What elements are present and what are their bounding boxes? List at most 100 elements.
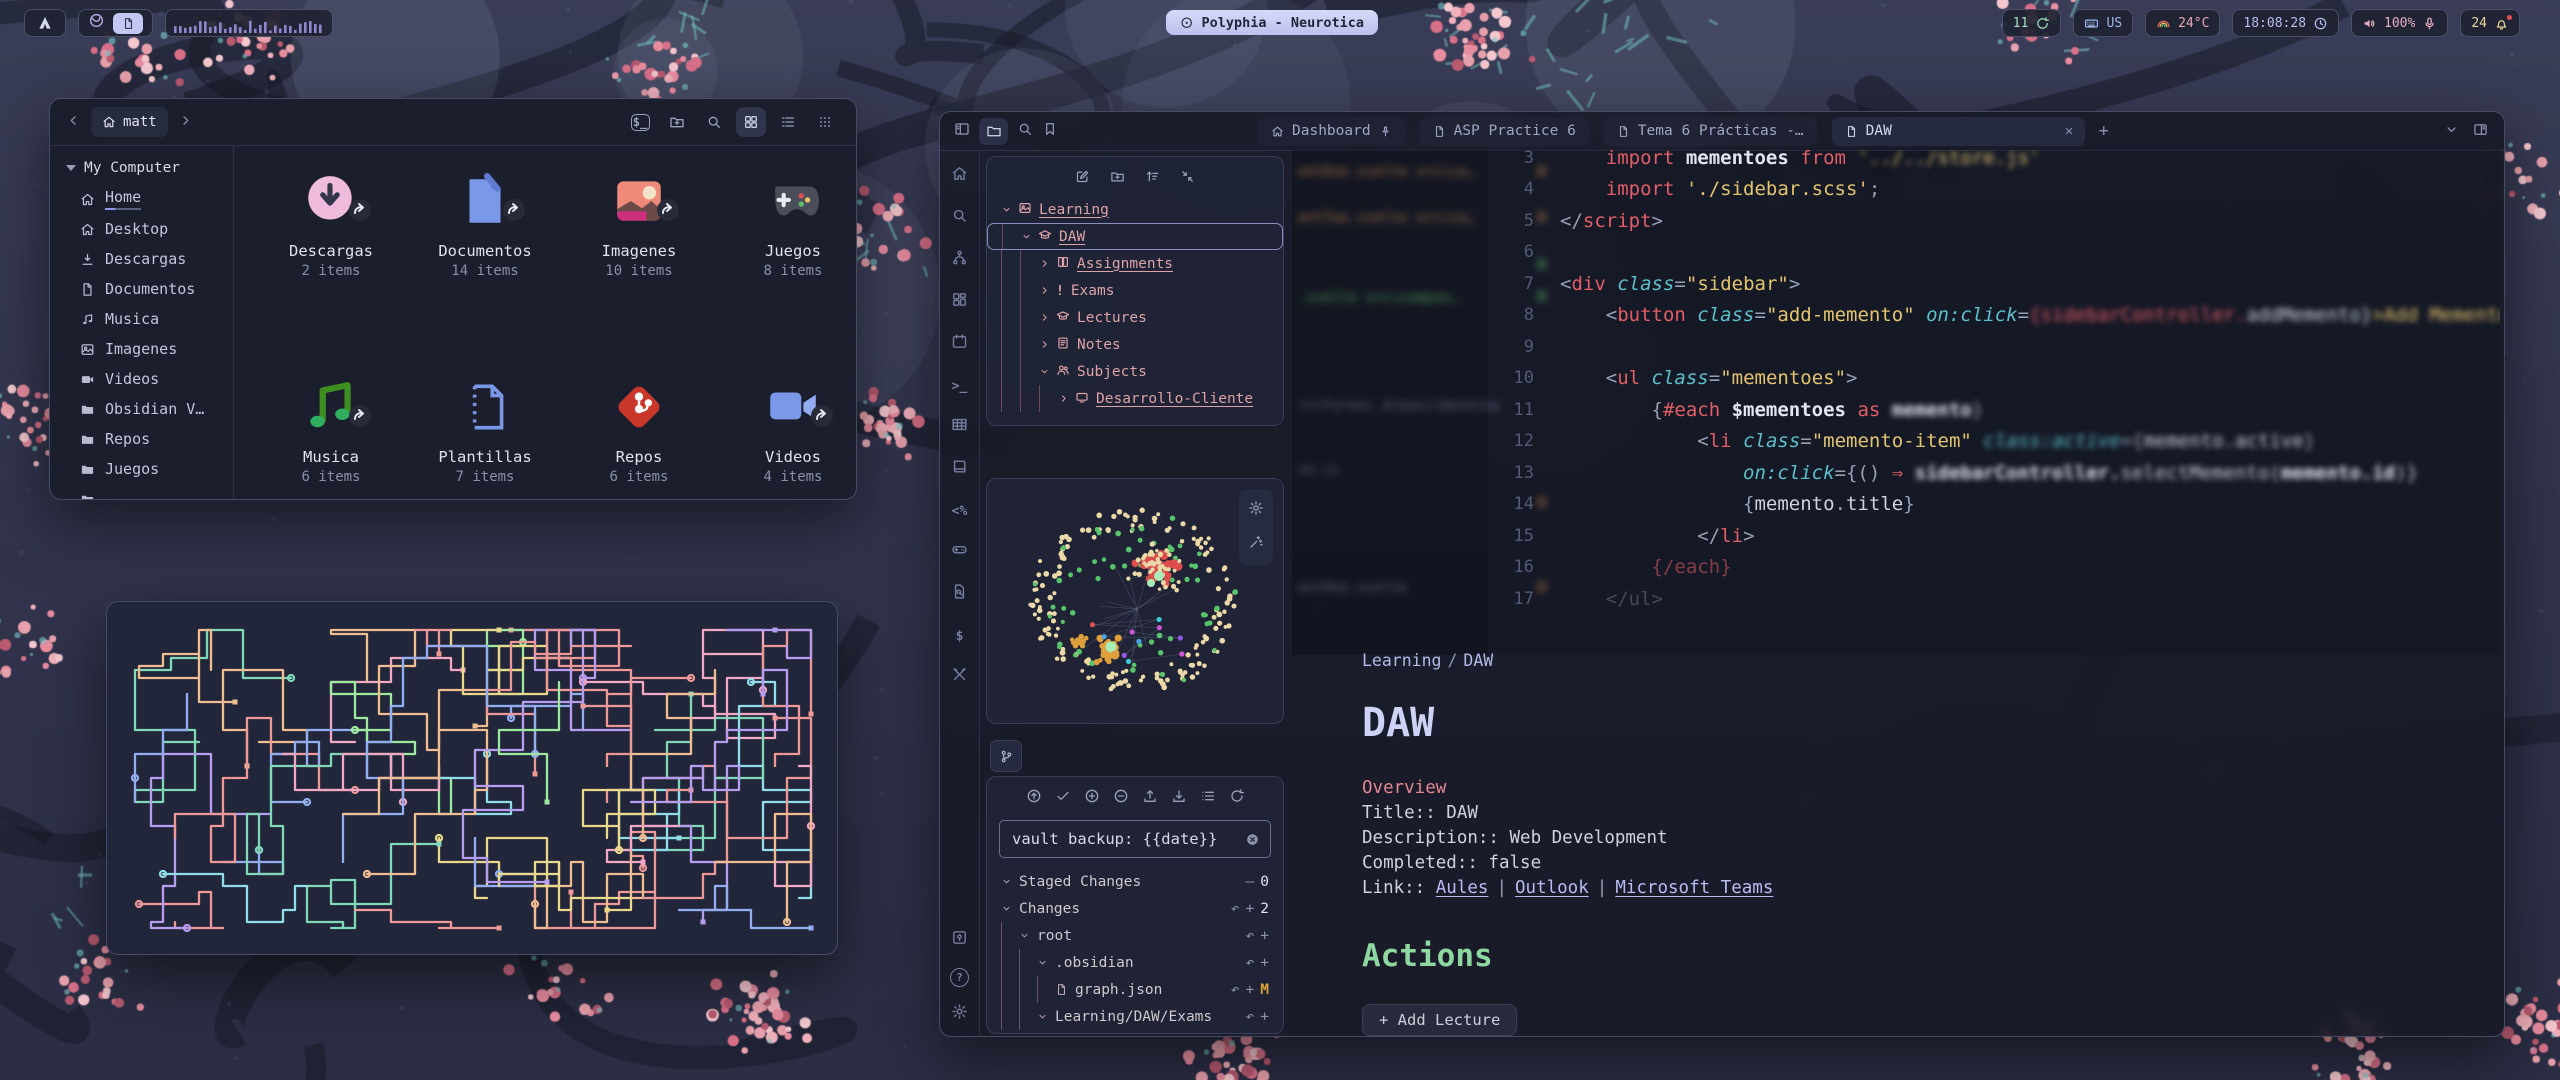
grid-view-button[interactable] <box>736 107 766 137</box>
tree-item-daw[interactable]: DAW <box>987 223 1283 250</box>
link-microsoft-teams[interactable]: Microsoft Teams <box>1615 878 1773 898</box>
sidebar-item-documentos[interactable]: Documentos <box>66 274 233 304</box>
ribbon-crossed-tools-button[interactable] <box>951 666 968 687</box>
ribbon-table-button[interactable] <box>951 416 968 437</box>
ribbon-terminal-button[interactable]: >_ <box>951 375 968 395</box>
sidebar-item-imagenes[interactable]: Imagenes <box>66 334 233 364</box>
folder-item-repos[interactable]: Repos 6 items <box>564 370 714 485</box>
tree-item-assignments[interactable]: Assignments <box>987 250 1283 277</box>
sidebar-toggle-button[interactable] <box>954 121 970 141</box>
git-action[interactable]: + <box>1260 928 1269 944</box>
ribbon-vault-button[interactable] <box>951 929 968 950</box>
ribbon-book2-button[interactable] <box>951 458 968 479</box>
launcher-button[interactable] <box>24 9 66 37</box>
notifications-module[interactable]: 24 <box>2460 9 2520 37</box>
commit-message-input[interactable] <box>1010 829 1237 849</box>
bookmark-button[interactable] <box>1042 121 1058 141</box>
folder-plus-button[interactable] <box>1110 169 1125 188</box>
chev-right-icon[interactable] <box>178 113 193 128</box>
folder-item-descargas[interactable]: Descargas 2 items <box>256 164 406 279</box>
sidebar-item-obsidianv[interactable]: Obsidian V… <box>66 394 233 424</box>
git-circle-plus-button[interactable] <box>1084 788 1100 808</box>
git-download-tray-button[interactable] <box>1171 788 1187 808</box>
back-button[interactable] <box>66 113 81 132</box>
workspace[interactable] <box>88 12 105 34</box>
ribbon-code-button[interactable]: <% <box>951 500 968 520</box>
folder-item-documentos[interactable]: Documentos 14 items <box>410 164 560 279</box>
tab-tema-6-pr-cticas-[interactable]: Tema 6 Prácticas -… <box>1604 117 1817 146</box>
forward-button[interactable] <box>178 113 193 132</box>
tree-item-lectures[interactable]: Lectures <box>987 304 1283 331</box>
link-outlook[interactable]: Outlook <box>1515 878 1589 898</box>
tree-item-exams[interactable]: ! Exams <box>987 277 1283 304</box>
clock-module[interactable]: 18:08:28 <box>2232 9 2339 37</box>
folder-item-musica[interactable]: Musica 6 items <box>256 370 406 485</box>
git-action[interactable]: ↶ <box>1231 901 1240 917</box>
open-terminal-button[interactable]: $_ <box>625 107 655 137</box>
sidebar-item-juegos[interactable]: Juegos <box>66 454 233 484</box>
git-action[interactable]: ↶ <box>1246 955 1255 971</box>
git-row-graph-json[interactable]: graph.json ↶+ M <box>987 976 1283 1003</box>
layout-split-button[interactable] <box>2473 122 2488 141</box>
close-tab-icon[interactable] <box>2063 125 2075 137</box>
tree-item-notes[interactable]: Notes <box>987 331 1283 358</box>
tree-item-learning[interactable]: Learning <box>987 196 1283 223</box>
folder-item-videos[interactable]: Videos 4 items <box>718 370 857 485</box>
git-action[interactable]: + <box>1260 955 1269 971</box>
note-breadcrumb[interactable]: Learning/DAW <box>1362 651 2122 670</box>
git-action[interactable]: ↶ <box>1231 982 1240 998</box>
updates-module[interactable]: 11 <box>2002 9 2062 37</box>
workspace-switcher[interactable] <box>78 9 153 37</box>
chev-left-icon[interactable] <box>66 113 81 128</box>
tree-item-subjects[interactable]: Subjects <box>987 358 1283 385</box>
new-tab-button[interactable]: + <box>2099 121 2109 141</box>
sidebar-item-musica[interactable]: Musica <box>66 304 233 334</box>
menu-button[interactable] <box>810 107 840 137</box>
link-aules[interactable]: Aules <box>1436 878 1489 898</box>
workspace-active[interactable] <box>113 13 143 34</box>
ribbon-gamepad-button[interactable] <box>951 541 968 562</box>
git-circle-up-button[interactable] <box>1026 788 1042 808</box>
tab-asp-practice-6[interactable]: ASP Practice 6 <box>1420 117 1589 146</box>
git-row-learning-daw-exams[interactable]: Learning/DAW/Exams ↶+ <box>987 1003 1283 1030</box>
ribbon-file-search-button[interactable] <box>951 583 968 604</box>
git-check-button[interactable] <box>1055 788 1071 808</box>
ribbon-dollar-button[interactable]: $ <box>951 625 968 645</box>
sidebar-item-descargas[interactable]: Descargas <box>66 244 233 274</box>
git-row--obsidian[interactable]: .obsidian ↶+ <box>987 949 1283 976</box>
breadcrumb[interactable]: matt <box>91 107 168 137</box>
git-row-changes[interactable]: Changes ↶+ 2 <box>987 895 1283 922</box>
now-playing-widget[interactable]: Polyphia - Neurotica <box>1166 10 1378 35</box>
sidebar-item-repos[interactable]: Repos <box>66 424 233 454</box>
git-action[interactable]: + <box>1246 901 1255 917</box>
weather-module[interactable]: 24°C <box>2145 9 2220 37</box>
tab-daw[interactable]: DAW <box>1832 117 2085 146</box>
ribbon-git-fork-button[interactable] <box>951 249 968 270</box>
git-action[interactable]: — <box>1246 874 1255 890</box>
git-refresh-button[interactable] <box>1229 788 1245 808</box>
sidebar-item-desktop[interactable]: Desktop <box>66 214 233 244</box>
ribbon-home-button[interactable] <box>951 165 968 186</box>
x-circle-icon[interactable] <box>1245 832 1260 847</box>
git-action[interactable]: + <box>1260 1009 1269 1025</box>
folder-item-juegos[interactable]: Juegos 8 items <box>718 164 857 279</box>
chev-down-button[interactable] <box>2444 122 2459 141</box>
sidebar-item-extra[interactable] <box>66 484 233 500</box>
git-panel-tab[interactable] <box>990 740 1022 772</box>
sidebar-item-home[interactable]: Home <box>66 184 233 214</box>
ribbon-search-button[interactable] <box>951 207 968 228</box>
sort-button[interactable] <box>1145 169 1160 188</box>
git-action[interactable]: + <box>1246 982 1255 998</box>
ribbon-calendar-button[interactable] <box>951 333 968 354</box>
graph-wand-button[interactable] <box>1248 534 1264 554</box>
sidebar-item-videos[interactable]: Videos <box>66 364 233 394</box>
note-button--add-lecture[interactable]: + Add Lecture <box>1362 1004 1517 1036</box>
git-row-staged-changes[interactable]: Staged Changes — 0 <box>987 868 1283 895</box>
search-button[interactable] <box>699 107 729 137</box>
ribbon-help-button[interactable]: ? <box>950 966 969 987</box>
collapse-button[interactable] <box>1180 169 1195 188</box>
sidebar-section[interactable]: My Computer <box>66 160 233 176</box>
pencil-square-button[interactable] <box>1075 169 1090 188</box>
keyboard-layout-module[interactable]: US <box>2073 9 2133 37</box>
folder-item-plantillas[interactable]: Plantillas 7 items <box>410 370 560 485</box>
